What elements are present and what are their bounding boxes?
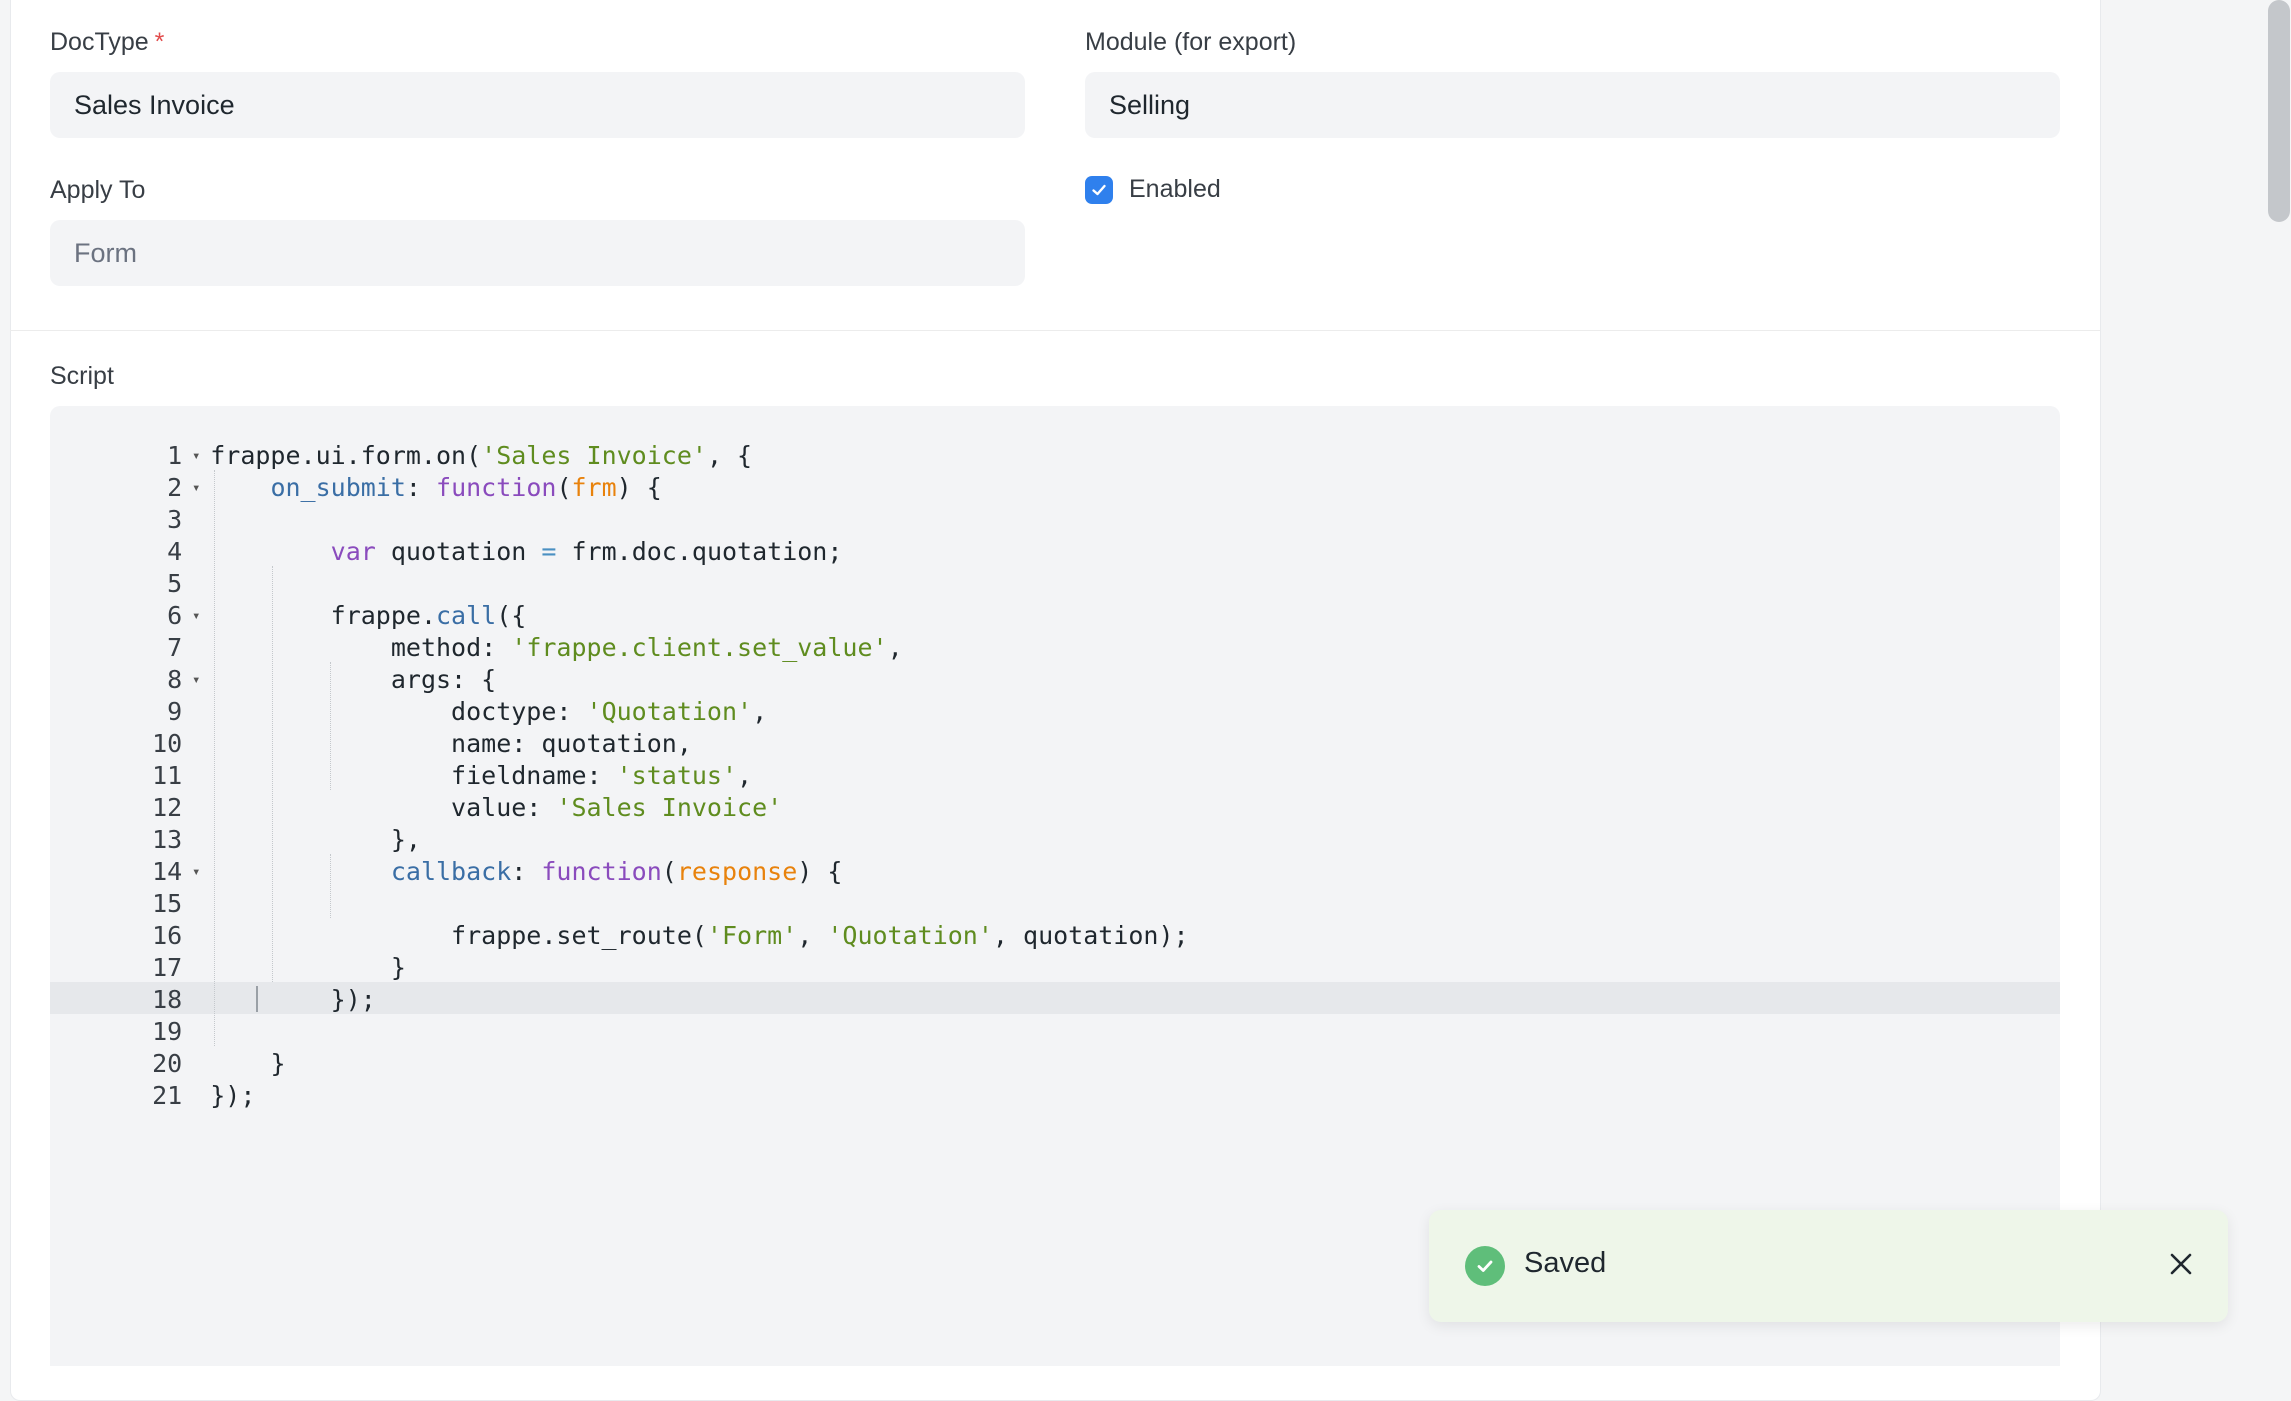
section-divider (10, 330, 2100, 331)
enabled-checkbox[interactable] (1085, 176, 1113, 204)
apply-to-field[interactable]: Form (50, 220, 1025, 286)
required-marker: * (154, 28, 165, 56)
code-line-7: 7 method: 'frappe.client.set_value', (50, 600, 902, 662)
code-line-20: 20 } (50, 1016, 285, 1078)
code-line-3: 3 (50, 472, 210, 534)
module-value: Selling (1109, 89, 1191, 120)
module-label: Module (for export) (1085, 28, 1297, 56)
code-line-10: 10 name: quotation, (50, 696, 692, 758)
enabled-label[interactable]: Enabled (1129, 175, 1221, 204)
apply-to-value: Form (74, 237, 137, 268)
code-line-6: 6 ▾ frappe.call({ (50, 568, 526, 630)
code-line-18: 18 }); (50, 952, 376, 1014)
code-line-17: 17 } (50, 920, 406, 982)
code-line-21: 21}); (50, 1048, 255, 1110)
doctype-value: Sales Invoice (74, 89, 235, 120)
doctype-label: DocType * (50, 28, 164, 57)
close-icon[interactable] (2165, 1248, 2197, 1280)
module-field[interactable]: Selling (1085, 72, 2060, 138)
code-line-8: 8 ▾ args: { (50, 632, 496, 694)
page-scrollbar-thumb[interactable] (2268, 0, 2290, 222)
checkmark-icon (1092, 184, 1106, 196)
code-line-9: 9 doctype: 'Quotation', (50, 664, 767, 726)
code-line-19: 19 (50, 984, 210, 1046)
saved-toast: Saved (1429, 1210, 2228, 1322)
code-line-11: 11 fieldname: 'status', (50, 728, 752, 790)
apply-to-label: Apply To (50, 176, 146, 204)
toast-message: Saved (1524, 1247, 1607, 1279)
script-label: Script (50, 362, 114, 390)
doctype-label-text: DocType (50, 28, 149, 56)
doctype-field[interactable]: Sales Invoice (50, 72, 1025, 138)
code-line-12: 12 value: 'Sales Invoice' (50, 760, 782, 822)
code-line-13: 13 }, (50, 792, 421, 854)
code-line-2: 2 ▾ on_submit: function(frm) { (50, 440, 662, 502)
check-circle-icon (1465, 1246, 1505, 1286)
code-line-15: 15 (50, 856, 210, 918)
code-line-14: 14 ▾ callback: function(response) { (50, 824, 842, 886)
code-line-16: 16 frappe.set_route('Form', 'Quotation',… (50, 888, 1188, 950)
code-line-5: 5 (50, 536, 210, 598)
code-line-1: 1 ▾ frappe.ui.form.on('Sales Invoice', { (50, 408, 752, 470)
line-number: 21 (152, 1081, 183, 1110)
code-line-4: 4 var quotation = frm.doc.quotation; (50, 504, 842, 566)
